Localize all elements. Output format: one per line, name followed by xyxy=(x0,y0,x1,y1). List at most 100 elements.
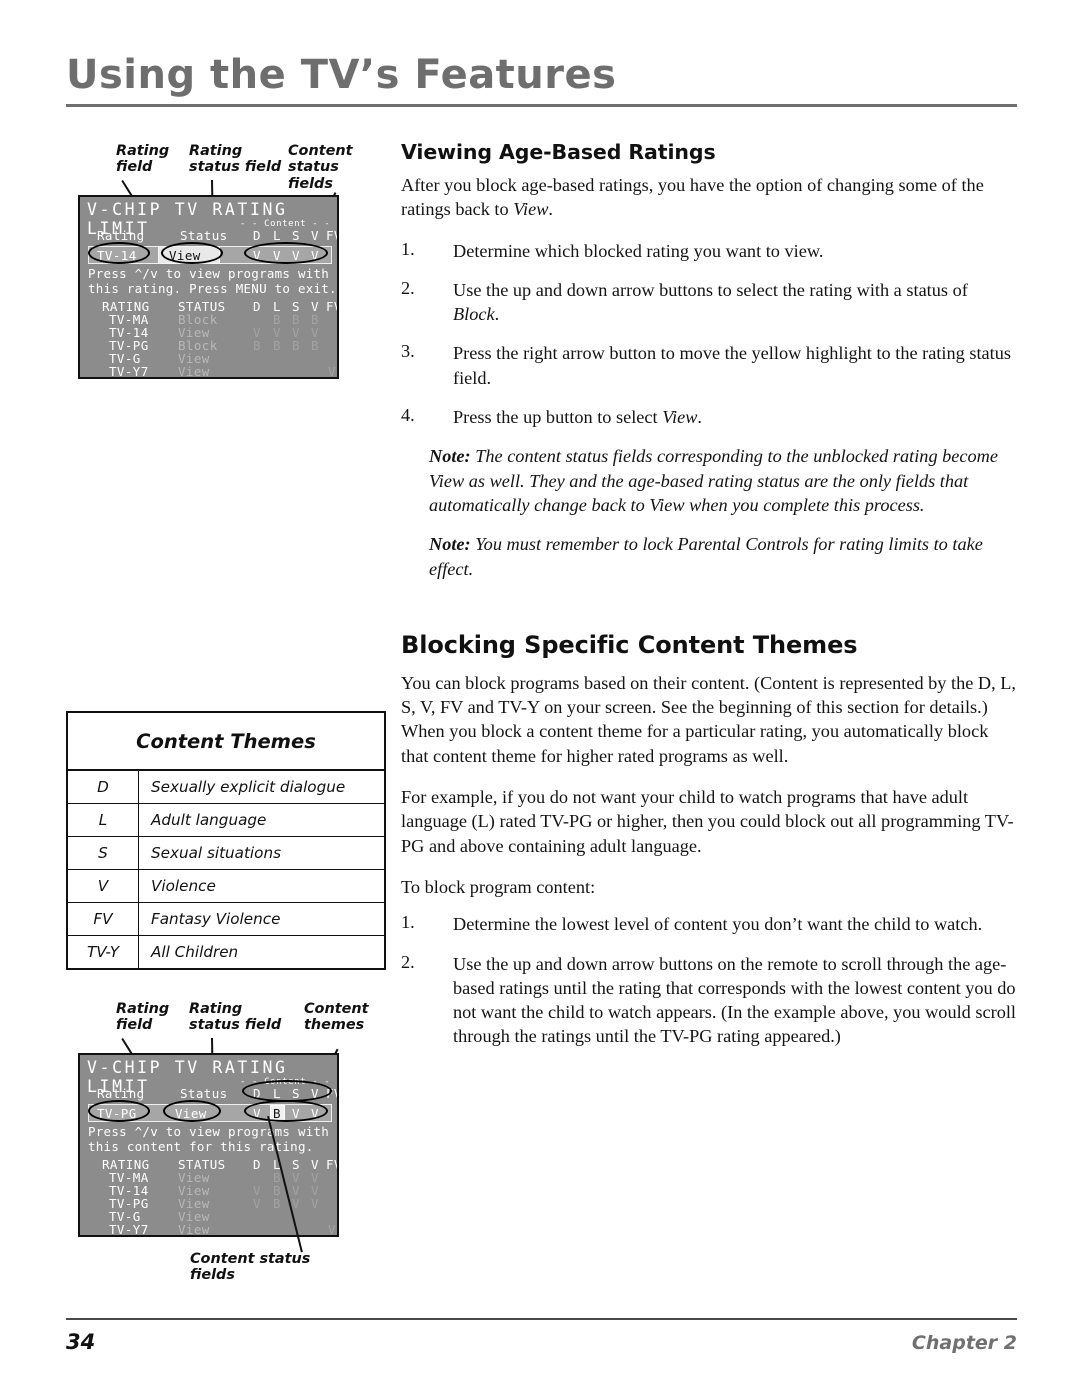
list-item-text: Press the up button to select View. xyxy=(453,405,1018,429)
note-2-label: Note: xyxy=(429,534,471,555)
annotation-ellipse-status-1 xyxy=(161,242,223,264)
screen-row-l-1-2: B xyxy=(273,338,281,353)
list-item-text-b: . xyxy=(494,304,500,325)
screen-table-header-d-1: D xyxy=(253,299,261,314)
screen-row-d-2-2: V xyxy=(253,1196,261,1211)
callout-rating-status-field-1: Rating status field xyxy=(189,143,282,176)
note-2-text: Note: You must remember to lock Parental… xyxy=(429,532,1018,581)
footer-page-number: 34 xyxy=(66,1330,96,1354)
list-item-text: Use the up and down arrow buttons to sel… xyxy=(453,278,1018,327)
content-theme-code-0: D xyxy=(66,769,139,804)
list-item-text-b: . xyxy=(697,407,702,428)
content-themes-header-row: Content Themes xyxy=(66,711,386,771)
list-item-number: 2. xyxy=(401,951,415,972)
screen-col-rating-2: Rating xyxy=(97,1086,145,1101)
note-2-body: You must remember to lock Parental Contr… xyxy=(429,534,983,579)
list-item-number: 4. xyxy=(401,405,415,426)
list-item: 3. Press the right arrow button to move … xyxy=(401,341,1018,390)
header-divider xyxy=(66,104,1017,107)
section-heading-viewing-age-based-ratings: Viewing Age-Based Ratings xyxy=(401,140,716,164)
list-item-text-emphasis: View xyxy=(662,407,698,428)
screen-table-header-fv-1: FV xyxy=(326,299,337,314)
screen-row-v-2-2: V xyxy=(311,1196,319,1211)
screen-table-header-fv-2: FV xyxy=(326,1157,337,1172)
screen-message-1: Press ^/v to view programs with this rat… xyxy=(88,266,337,296)
screen-row-s-1-2: B xyxy=(292,338,300,353)
vchip-screen-1: V-CHIP TV RATING LIMIT - - Content - - R… xyxy=(78,195,339,379)
section2-para-2: For example, if you do not want your chi… xyxy=(401,787,1014,856)
content-theme-code-3: V xyxy=(66,869,139,903)
list-item-text-emphasis: Block xyxy=(453,304,495,325)
footer-chapter-label: Chapter 2 xyxy=(911,1332,1017,1354)
content-theme-desc-5: All Children xyxy=(138,935,386,970)
annotation-ellipse-rating-1 xyxy=(88,242,150,264)
note-block-1: Note: The content status fields correspo… xyxy=(429,444,1018,517)
list-item-number: 2. xyxy=(401,277,415,298)
list-item-text-a: Press the up button to select xyxy=(453,407,663,428)
content-theme-desc-1: Adult language xyxy=(138,803,386,837)
section2-para-3: To block program content: xyxy=(401,876,596,897)
screen-row-status-1-5: View xyxy=(178,377,210,379)
section1-intro-a: After you block age-based ratings, you h… xyxy=(401,175,984,220)
vchip-diagram-1: Rating field Rating status field Content… xyxy=(66,140,386,386)
screen-col-s-1: S xyxy=(292,228,300,243)
screen-row-v-1-2: B xyxy=(311,338,319,353)
screen-col-v-1: V xyxy=(311,228,319,243)
list-item-text-a: Use the up and down arrow buttons to sel… xyxy=(453,279,968,300)
screen-row-fv-2-4: V xyxy=(328,1222,336,1237)
list-item: 4. Press the up button to select View. xyxy=(401,405,1018,429)
list-item: 1. Determine which blocked rating you wa… xyxy=(401,239,1018,263)
content-theme-desc-4: Fantasy Violence xyxy=(138,902,386,936)
callout-content-status-fields-2: Content status fields xyxy=(190,1251,311,1284)
content-themes-title: Content Themes xyxy=(66,711,386,771)
content-theme-code-1: L xyxy=(66,803,139,837)
section-heading-blocking-specific-content-themes: Blocking Specific Content Themes xyxy=(401,630,858,659)
annotation-ellipse-status-2 xyxy=(163,1100,221,1122)
callout-rating-field-1: Rating field xyxy=(116,143,170,176)
screen-col-l-1: L xyxy=(273,228,281,243)
list-item: 2. Use the up and down arrow buttons on … xyxy=(401,952,1018,1049)
screen-row-s-2-2: V xyxy=(292,1196,300,1211)
note-1-body: The content status fields corresponding … xyxy=(429,446,998,515)
table-row: TV-Y All Children xyxy=(66,935,386,970)
annotation-ellipse-content-2 xyxy=(244,1100,328,1122)
table-row: V Violence xyxy=(66,869,386,903)
table-row: D Sexually explicit dialogue xyxy=(66,769,386,804)
screen-col-status-1: Status xyxy=(180,228,228,243)
list-item-number: 1. xyxy=(401,238,415,259)
list-item-text: Determine which blocked rating you want … xyxy=(453,240,824,261)
content-theme-code-2: S xyxy=(66,836,139,870)
section1-intro-c: . xyxy=(548,199,553,220)
content-theme-desc-2: Sexual situations xyxy=(138,836,386,870)
note-1-text: Note: The content status fields correspo… xyxy=(429,444,1018,517)
screen-table-header-d-2: D xyxy=(253,1157,261,1172)
note-1-label: Note: xyxy=(429,446,471,467)
section1-steps: 1. Determine which blocked rating you wa… xyxy=(401,239,1018,430)
screen-col-fv-1: FV xyxy=(326,228,337,243)
footer-divider xyxy=(66,1318,1017,1320)
annotation-ellipse-content-1 xyxy=(244,242,328,264)
page-title: Using the TV’s Features xyxy=(66,52,617,98)
table-row: FV Fantasy Violence xyxy=(66,902,386,936)
list-item-number: 1. xyxy=(401,912,415,933)
vchip-diagram-2: Rating field Rating status field Content… xyxy=(66,998,386,1298)
screen-row-fv-1-4: V xyxy=(328,364,336,379)
callout-rating-field-2: Rating field xyxy=(116,1001,170,1034)
screen-col-d-1: D xyxy=(253,228,261,243)
list-item-text: Determine the lowest level of content yo… xyxy=(453,914,983,935)
right-column: Viewing Age-Based Ratings After you bloc… xyxy=(401,140,1018,1064)
content-themes-table: Content Themes D Sexually explicit dialo… xyxy=(66,711,386,970)
table-row: S Sexual situations xyxy=(66,836,386,870)
screen-row-status-2-5: View xyxy=(178,1235,210,1237)
screen-col-rating-1: Rating xyxy=(97,228,145,243)
section2-para-1: You can block programs based on their co… xyxy=(401,672,1016,766)
content-theme-code-4: FV xyxy=(66,902,139,936)
note-block-2: Note: You must remember to lock Parental… xyxy=(429,532,1018,581)
table-row: L Adult language xyxy=(66,803,386,837)
screen-row-rating-1-5: TV-Y xyxy=(109,377,141,379)
annotation-ellipse-rating-2 xyxy=(88,1100,150,1122)
callout-rating-status-field-2: Rating status field xyxy=(189,1001,282,1034)
callout-content-status-fields-1: Content status fields xyxy=(288,143,353,192)
annotation-ellipse-content-cols-2 xyxy=(242,1080,332,1102)
